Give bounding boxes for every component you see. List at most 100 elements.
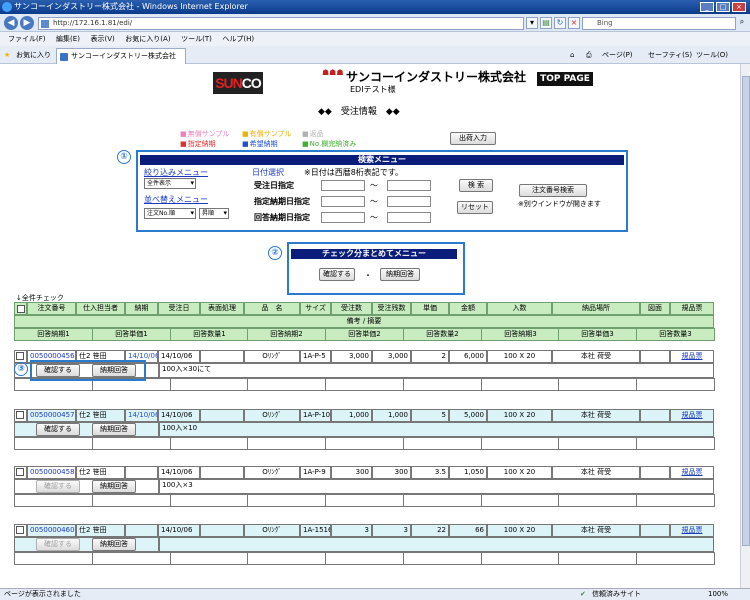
- answer-cell[interactable]: [247, 437, 326, 450]
- order-date-from[interactable]: [321, 180, 365, 191]
- answer-cell[interactable]: [247, 494, 326, 507]
- answer-cell[interactable]: [92, 494, 171, 507]
- buyer: 仕2 笹田: [76, 466, 125, 479]
- answer-cell[interactable]: [403, 437, 482, 450]
- answer-cell[interactable]: [14, 494, 93, 507]
- cmd-page[interactable]: ページ(P): [602, 49, 633, 61]
- answer-cell[interactable]: [481, 437, 560, 450]
- slip-link[interactable]: 規品票: [670, 409, 714, 422]
- maximize-button[interactable]: □: [716, 2, 730, 12]
- search-button[interactable]: 検 索: [459, 179, 493, 192]
- cmd-tools[interactable]: ツール(O): [696, 49, 728, 61]
- close-window-button[interactable]: ×: [732, 2, 746, 12]
- print-icon[interactable]: ⎙: [586, 49, 592, 61]
- dropdown-icon[interactable]: ▾: [526, 17, 538, 29]
- answer-due-from[interactable]: [321, 212, 365, 223]
- answer-cell[interactable]: [558, 552, 637, 565]
- ship-input-button[interactable]: 出荷入力: [450, 132, 496, 145]
- answer-due-button[interactable]: 納期回答: [92, 480, 136, 493]
- sort-order-select[interactable]: 昇順: [199, 208, 229, 219]
- filter-select[interactable]: 全件表示: [144, 178, 196, 189]
- answer-cell[interactable]: [558, 378, 637, 391]
- confirm-button[interactable]: 確認する: [36, 538, 80, 551]
- size: 1A-P-5: [300, 350, 331, 363]
- answer-column-header: 回答単価1: [92, 328, 171, 341]
- answer-cell[interactable]: [636, 437, 715, 450]
- answer-cell[interactable]: [14, 437, 93, 450]
- compatibility-icon[interactable]: ▤: [540, 17, 552, 29]
- row-checkbox[interactable]: [16, 526, 24, 534]
- order-search-button[interactable]: 注文番号検索: [519, 184, 587, 197]
- answer-cell[interactable]: [325, 437, 404, 450]
- answer-cell[interactable]: [558, 494, 637, 507]
- answer-cell[interactable]: [403, 552, 482, 565]
- search-input[interactable]: Bing: [582, 17, 736, 30]
- forward-icon[interactable]: ▶: [20, 16, 34, 30]
- search-icon[interactable]: ⌕: [736, 17, 748, 29]
- row-checkbox[interactable]: [16, 411, 24, 419]
- slip-link[interactable]: 規品票: [670, 524, 714, 537]
- sort-select[interactable]: 注文No.順: [144, 208, 196, 219]
- answer-cell[interactable]: [170, 378, 249, 391]
- refresh-icon[interactable]: ↻: [554, 17, 566, 29]
- answer-cell[interactable]: [247, 552, 326, 565]
- menu-view[interactable]: 表示(V): [90, 32, 114, 46]
- specified-due-to[interactable]: [387, 196, 431, 207]
- bulk-answer-button[interactable]: 納期回答: [380, 268, 420, 281]
- order-date-to[interactable]: [387, 180, 431, 191]
- answer-cell[interactable]: [481, 552, 560, 565]
- menu-tools[interactable]: ツール(T): [181, 32, 212, 46]
- address-input[interactable]: http://172.16.1.81/edi/: [38, 17, 524, 30]
- check-all-checkbox[interactable]: [17, 305, 25, 313]
- answer-cell[interactable]: [92, 437, 171, 450]
- answer-cell[interactable]: [170, 552, 249, 565]
- answer-cell[interactable]: [636, 378, 715, 391]
- answer-cell[interactable]: [403, 378, 482, 391]
- answer-cell[interactable]: [14, 552, 93, 565]
- confirm-button[interactable]: 確認する: [36, 480, 80, 493]
- row-checkbox[interactable]: [16, 468, 24, 476]
- bulk-confirm-button[interactable]: 確認する: [319, 268, 355, 281]
- slip-link[interactable]: 規品票: [670, 466, 714, 479]
- menu-help[interactable]: ヘルプ(H): [222, 32, 254, 46]
- stop-icon[interactable]: ×: [568, 17, 580, 29]
- due-date: 14/10/06: [125, 409, 158, 422]
- answer-cell[interactable]: [247, 378, 326, 391]
- home-icon[interactable]: ⌂: [570, 49, 574, 61]
- browser-tab[interactable]: サンコーインダストリー株式会社: [56, 48, 186, 64]
- back-icon[interactable]: ◀: [4, 16, 18, 30]
- answer-due-button[interactable]: 納期回答: [92, 538, 136, 551]
- answer-cell[interactable]: [325, 552, 404, 565]
- answer-cell[interactable]: [636, 494, 715, 507]
- tilde-2: ～: [370, 197, 378, 206]
- answer-cell[interactable]: [481, 494, 560, 507]
- answer-cell[interactable]: [403, 494, 482, 507]
- confirm-button[interactable]: 確認する: [36, 423, 80, 436]
- vertical-scrollbar[interactable]: [740, 64, 750, 588]
- remarks: 100入×3: [159, 479, 714, 494]
- answer-cell[interactable]: [558, 437, 637, 450]
- menu-file[interactable]: ファイル(F): [8, 32, 46, 46]
- favorites-button[interactable]: お気に入り: [4, 49, 51, 61]
- row-checkbox[interactable]: [16, 352, 24, 360]
- zoom-level[interactable]: 100%: [708, 589, 728, 600]
- scrollbar-thumb[interactable]: [742, 76, 750, 546]
- cmd-safety[interactable]: セーフティ(S): [648, 49, 692, 61]
- top-page-button[interactable]: TOP PAGE: [537, 72, 593, 86]
- menu-favorites[interactable]: お気に入り(A): [125, 32, 170, 46]
- slip-link[interactable]: 規品票: [670, 350, 714, 363]
- menu-edit[interactable]: 編集(E): [56, 32, 80, 46]
- reset-button[interactable]: リセット: [457, 201, 493, 214]
- legend-free-sample: 無償サンプル: [180, 130, 230, 139]
- specified-due-from[interactable]: [321, 196, 365, 207]
- answer-cell[interactable]: [170, 494, 249, 507]
- answer-cell[interactable]: [170, 437, 249, 450]
- answer-cell[interactable]: [636, 552, 715, 565]
- answer-cell[interactable]: [325, 378, 404, 391]
- answer-cell[interactable]: [325, 494, 404, 507]
- answer-cell[interactable]: [92, 552, 171, 565]
- minimize-button[interactable]: _: [700, 2, 714, 12]
- answer-cell[interactable]: [481, 378, 560, 391]
- answer-due-to[interactable]: [387, 212, 431, 223]
- answer-due-button[interactable]: 納期回答: [92, 423, 136, 436]
